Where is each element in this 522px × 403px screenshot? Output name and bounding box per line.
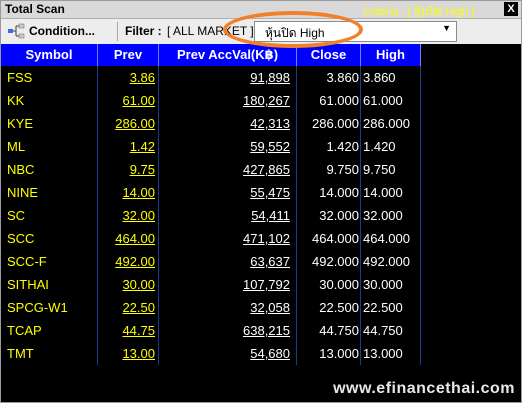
total-scan-window: Total Scan Criteria : [ หุ้นปิด High ] X… [0,0,522,403]
window-title: Total Scan [5,2,65,16]
prev-cell[interactable]: 32.00 [98,204,159,227]
prev-accval-cell[interactable]: 54,680 [159,342,297,365]
prev-accval-cell[interactable]: 59,552 [159,135,297,158]
close-cell[interactable]: 14.000 [297,181,361,204]
prev-cell[interactable]: 13.00 [98,342,159,365]
symbol-cell[interactable]: NINE [1,181,98,204]
filter-label: Filter : [125,24,162,38]
close-cell[interactable]: 32.000 [297,204,361,227]
table-row[interactable]: FSS 3.86 91,898 3.860 3.860 [1,66,421,89]
symbol-cell[interactable]: TCAP [1,319,98,342]
criteria-title-text: Criteria : [ หุ้นปิด High ] [363,6,475,18]
prev-accval-cell[interactable]: 471,102 [159,227,297,250]
chevron-down-icon[interactable]: ▼ [442,23,451,33]
symbol-cell[interactable]: KK [1,89,98,112]
table-row[interactable]: NINE 14.00 55,475 14.000 14.000 [1,181,421,204]
close-cell[interactable]: 13.000 [297,342,361,365]
toolbar-separator [117,22,118,41]
prev-accval-cell[interactable]: 32,058 [159,296,297,319]
watermark-text: www.efinancethai.com [333,380,515,397]
symbol-cell[interactable]: KYE [1,112,98,135]
prev-cell[interactable]: 464.00 [98,227,159,250]
highlight-ring [223,11,363,48]
table-row[interactable]: ML 1.42 59,552 1.420 1.420 [1,135,421,158]
prev-cell[interactable]: 1.42 [98,135,159,158]
high-cell[interactable]: 13.000 [361,342,421,365]
scan-results-table: Symbol Prev Prev AccVal(K฿) Close High FSS 3.… [1,44,521,402]
high-cell[interactable]: 3.860 [361,66,421,89]
table-row[interactable]: KK 61.00 180,267 61.000 61.000 [1,89,421,112]
symbol-cell[interactable]: SCC-F [1,250,98,273]
prev-accval-cell[interactable]: 107,792 [159,273,297,296]
prev-accval-cell[interactable]: 54,411 [159,204,297,227]
prev-cell[interactable]: 30.00 [98,273,159,296]
high-cell[interactable]: 286.000 [361,112,421,135]
prev-accval-cell[interactable]: 427,865 [159,158,297,181]
high-cell[interactable]: 30.000 [361,273,421,296]
condition-button[interactable]: Condition... [7,21,111,41]
table-row[interactable]: SC 32.00 54,411 32.000 32.000 [1,204,421,227]
high-cell[interactable]: 492.000 [361,250,421,273]
close-cell[interactable]: 22.500 [297,296,361,319]
prev-accval-cell[interactable]: 42,313 [159,112,297,135]
prev-cell[interactable]: 22.50 [98,296,159,319]
prev-accval-cell[interactable]: 91,898 [159,66,297,89]
high-cell[interactable]: 1.420 [361,135,421,158]
table-row[interactable]: KYE 286.00 42,313 286.000 286.000 [1,112,421,135]
header-prev[interactable]: Prev [98,44,159,66]
close-cell[interactable]: 44.750 [297,319,361,342]
prev-cell[interactable]: 61.00 [98,89,159,112]
prev-accval-cell[interactable]: 63,637 [159,250,297,273]
symbol-cell[interactable]: SCC [1,227,98,250]
high-cell[interactable]: 44.750 [361,319,421,342]
header-symbol[interactable]: Symbol [1,44,98,66]
prev-accval-cell[interactable]: 55,475 [159,181,297,204]
header-high[interactable]: High [361,44,421,66]
prev-cell[interactable]: 286.00 [98,112,159,135]
prev-accval-cell[interactable]: 180,267 [159,89,297,112]
prev-cell[interactable]: 492.00 [98,250,159,273]
table-row[interactable]: TMT 13.00 54,680 13.000 13.000 [1,342,421,365]
symbol-cell[interactable]: SITHAI [1,273,98,296]
close-cell[interactable]: 9.750 [297,158,361,181]
symbol-cell[interactable]: TMT [1,342,98,365]
symbol-cell[interactable]: ML [1,135,98,158]
prev-accval-cell[interactable]: 638,215 [159,319,297,342]
close-cell[interactable]: 61.000 [297,89,361,112]
condition-tree-icon [8,23,25,39]
table-row[interactable]: SPCG-W1 22.50 32,058 22.500 22.500 [1,296,421,319]
table-row[interactable]: TCAP 44.75 638,215 44.750 44.750 [1,319,421,342]
close-cell[interactable]: 30.000 [297,273,361,296]
high-cell[interactable]: 464.000 [361,227,421,250]
close-cell[interactable]: 492.000 [297,250,361,273]
symbol-cell[interactable]: FSS [1,66,98,89]
symbol-cell[interactable]: NBC [1,158,98,181]
high-cell[interactable]: 14.000 [361,181,421,204]
table-row[interactable]: SCC-F 492.00 63,637 492.000 492.000 [1,250,421,273]
close-cell[interactable]: 1.420 [297,135,361,158]
symbol-cell[interactable]: SPCG-W1 [1,296,98,319]
close-button[interactable]: X [504,2,518,16]
prev-cell[interactable]: 14.00 [98,181,159,204]
high-cell[interactable]: 32.000 [361,204,421,227]
prev-cell[interactable]: 44.75 [98,319,159,342]
prev-cell[interactable]: 9.75 [98,158,159,181]
close-cell[interactable]: 3.860 [297,66,361,89]
condition-label: Condition... [29,24,95,38]
symbol-cell[interactable]: SC [1,204,98,227]
close-cell[interactable]: 286.000 [297,112,361,135]
table-row[interactable]: SITHAI 30.00 107,792 30.000 30.000 [1,273,421,296]
high-cell[interactable]: 22.500 [361,296,421,319]
table-row[interactable]: NBC 9.75 427,865 9.750 9.750 [1,158,421,181]
high-cell[interactable]: 61.000 [361,89,421,112]
table-row[interactable]: SCC 464.00 471,102 464.000 464.000 [1,227,421,250]
prev-cell[interactable]: 3.86 [98,66,159,89]
high-cell[interactable]: 9.750 [361,158,421,181]
close-cell[interactable]: 464.000 [297,227,361,250]
